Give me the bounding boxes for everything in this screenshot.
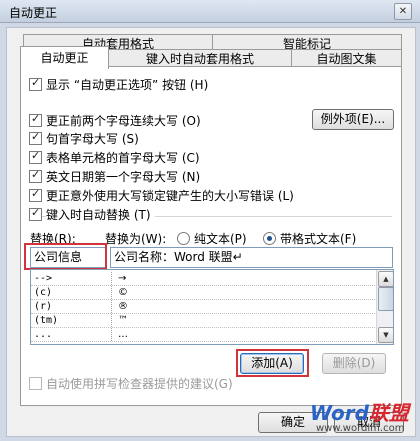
list-item-to: → xyxy=(118,273,127,284)
two-initial-caps-checkbox[interactable] xyxy=(29,112,42,127)
show-autocorrect-options-checkbox[interactable] xyxy=(29,76,42,91)
option-label: 键入时自动替换 (T) xyxy=(46,206,155,223)
plain-text-label: 纯文本(P) xyxy=(194,232,247,246)
list-item-to: © xyxy=(118,287,128,298)
title-bar: 自动更正 ✕ xyxy=(0,0,420,23)
plain-text-radio[interactable] xyxy=(177,232,190,245)
option-label: 表格单元格的首字母大写 (C) xyxy=(46,151,200,165)
scroll-thumb[interactable] xyxy=(378,287,393,311)
formatted-text-radio[interactable] xyxy=(263,232,276,245)
delete-button[interactable]: 删除(D) xyxy=(322,353,386,374)
close-button[interactable]: ✕ xyxy=(394,3,412,20)
capitalize-table-cells-checkbox[interactable] xyxy=(29,149,42,164)
option-label: 更正前两个字母连续大写 (O) xyxy=(46,114,201,128)
list-item[interactable]: (c) © xyxy=(31,286,375,300)
list-item-from: --> xyxy=(34,273,53,284)
list-item-from: ... xyxy=(34,329,53,340)
capitalize-sentence-checkbox[interactable] xyxy=(29,130,42,145)
option-label: 句首字母大写 (S) xyxy=(46,132,139,146)
option-label: 显示 “自动更正选项” 按钮 (H) xyxy=(46,78,209,92)
scroll-up-icon[interactable]: ▲ xyxy=(378,271,393,287)
autocorrect-list[interactable]: --> → (c) © (r) ® (tm) ™ ... … ▲ ▼ xyxy=(30,269,394,345)
list-item-to: ® xyxy=(118,301,128,312)
replace-label: 替换(R): xyxy=(30,232,76,246)
watermark-logo: Word联盟 www.wordlm.com xyxy=(310,397,416,437)
with-label: 替换为(W): xyxy=(105,232,167,246)
option-label: 英文日期第一个字母大写 (N) xyxy=(46,170,201,184)
tab-label: 自动更正 xyxy=(40,51,89,65)
list-item-from: (r) xyxy=(34,301,53,312)
list-item[interactable]: (tm) ™ xyxy=(31,314,375,328)
list-item[interactable]: ... … xyxy=(31,328,375,342)
list-item-from: (tm) xyxy=(34,315,59,326)
tab-autocorrect[interactable]: 自动更正 xyxy=(20,46,109,69)
replace-with-input[interactable]: 公司名称：Word 联盟↵ xyxy=(110,247,393,268)
scroll-down-icon[interactable]: ▼ xyxy=(378,327,393,343)
replace-input[interactable]: 公司信息 xyxy=(30,247,107,268)
option-label: 更正意外使用大写锁定键产生的大小写错误 (L) xyxy=(46,189,294,203)
tab-label: 自动图文集 xyxy=(316,52,377,66)
add-button[interactable]: 添加(A) xyxy=(240,353,304,374)
list-scrollbar[interactable]: ▲ ▼ xyxy=(376,270,393,344)
list-item[interactable]: (r) ® xyxy=(31,300,375,314)
replace-as-you-type-checkbox[interactable] xyxy=(29,206,42,221)
window-title: 自动更正 xyxy=(9,6,58,20)
watermark-url: www.wordlm.com xyxy=(316,423,405,434)
formatted-text-label: 带格式文本(F) xyxy=(280,232,357,246)
list-item-to: … xyxy=(118,329,128,340)
tab-label: 键入时自动套用格式 xyxy=(145,52,254,66)
close-icon: ✕ xyxy=(398,6,408,17)
exceptions-button[interactable]: 例外项(E)... xyxy=(312,109,394,130)
caps-lock-correction-checkbox[interactable] xyxy=(29,187,42,202)
list-item-from: (c) xyxy=(34,287,53,298)
watermark-brand-cn: 联盟 xyxy=(368,401,409,425)
list-item-to: ™ xyxy=(118,315,128,326)
capitalize-days-checkbox[interactable] xyxy=(29,168,42,183)
spell-suggestions-checkbox[interactable] xyxy=(29,377,42,390)
list-item[interactable]: --> → xyxy=(31,272,375,286)
watermark-brand: Word xyxy=(310,401,369,425)
spell-suggestions-label: 自动使用拼写检查器提供的建议(G) xyxy=(46,377,233,391)
